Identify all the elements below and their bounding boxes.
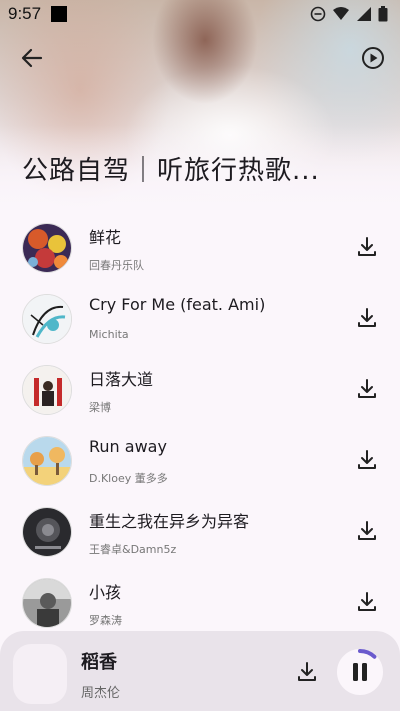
signal-icon [357,7,371,21]
download-button[interactable] [355,377,379,401]
mini-player-cover [13,644,67,704]
download-icon [298,662,316,681]
song-cover [22,223,72,273]
song-cover [22,294,72,344]
song-row[interactable]: 日落大道 梁博 [0,355,400,426]
song-row[interactable]: Run away D.Kloey 董多多 [0,426,400,497]
song-row[interactable]: 重生之我在异乡为异客 王睿卓&Damn5z [0,497,400,568]
song-cover [22,507,72,557]
pause-button[interactable] [336,648,384,696]
song-row[interactable]: Cry For Me (feat. Ami) Michita [0,284,400,355]
song-artist: Michita [89,328,129,341]
song-cover [22,365,72,415]
song-title: 重生之我在异乡为异客 [89,512,250,531]
download-icon [358,450,376,469]
do-not-disturb-icon [310,6,326,22]
battery-icon [378,6,388,22]
song-artist: 梁博 [89,401,111,414]
mini-player-artist: 周杰伦 [81,686,121,701]
song-row[interactable]: 小孩 罗森涛 [0,568,400,639]
download-icon [358,592,376,611]
song-title: 日落大道 [89,370,154,389]
back-button[interactable] [18,44,46,72]
arrow-left-icon [21,48,43,68]
wifi-icon [333,7,349,20]
song-row[interactable]: 鲜花 回春丹乐队 [0,213,400,284]
download-button[interactable] [355,519,379,543]
song-title: 鲜花 [89,228,122,247]
square-notification-icon [51,6,68,22]
download-button[interactable] [355,235,379,259]
download-button[interactable] [355,448,379,472]
song-artist: D.Kloey 董多多 [89,472,168,485]
play-all-button[interactable] [359,44,387,72]
status-time: 9:57 [8,4,42,23]
status-bar: 9:57 [0,0,400,28]
song-artist: 回春丹乐队 [89,259,144,272]
song-title: 小孩 [89,583,122,602]
mini-player-download-button[interactable] [295,660,319,684]
download-icon [358,379,376,398]
song-title: Cry For Me (feat. Ami) [89,295,266,314]
download-icon [358,521,376,540]
song-title: Run away [89,437,167,456]
mini-player[interactable]: 稻香 周杰伦 [0,631,400,711]
play-circle-icon [362,47,384,69]
download-button[interactable] [355,590,379,614]
song-artist: 罗森涛 [89,614,122,627]
song-list: 鲜花 回春丹乐队 Cry For Me (feat. Ami) Michita [0,213,400,639]
download-icon [358,237,376,256]
song-artist: 王睿卓&Damn5z [89,543,177,556]
song-cover [22,578,72,628]
mini-player-title: 稻香 [81,652,117,673]
playlist-title: 公路自驾｜听旅行热歌... [22,156,320,186]
song-cover [22,436,72,486]
download-button[interactable] [355,306,379,330]
status-icons [310,6,388,22]
download-icon [358,308,376,327]
